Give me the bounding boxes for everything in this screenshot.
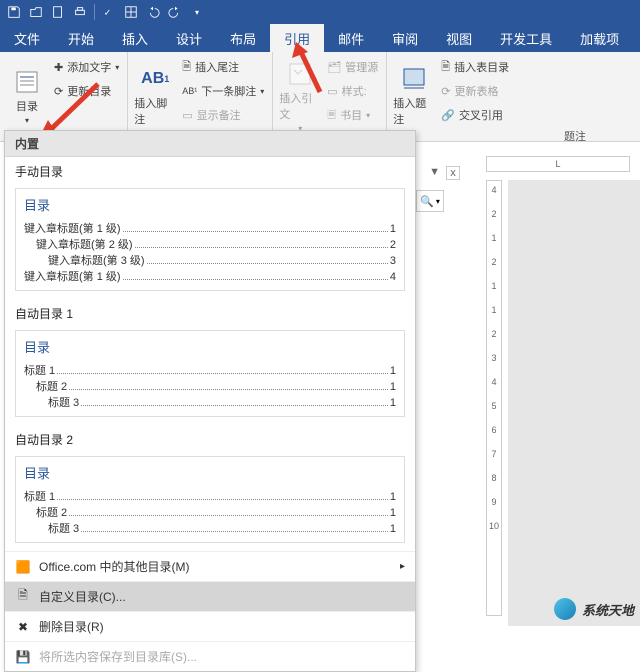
update-tof-icon: ⟳ — [441, 85, 450, 98]
manual-toc-preview[interactable]: 目录 键入章标题(第 1 级)1 键入章标题(第 2 级)2 键入章标题(第 3… — [15, 188, 405, 291]
chevron-down-icon: ▾ — [436, 197, 440, 206]
gallery-header: 内置 — [5, 131, 415, 157]
tab-view[interactable]: 视图 — [432, 24, 486, 52]
tab-devtools[interactable]: 开发工具 — [486, 24, 566, 52]
tab-insert[interactable]: 插入 — [108, 24, 162, 52]
style-dropdown[interactable]: ▭样式: — [325, 80, 380, 102]
auto-toc2-title: 自动目录 2 — [5, 425, 415, 454]
tof-icon: 🗎 — [441, 58, 450, 77]
insert-caption-button[interactable]: 插入题注 — [393, 56, 435, 136]
chevron-right-icon: ▸ — [400, 561, 405, 572]
ribbon: 目录 ▾ ✚添加文字▾ ⟳更新目录 AB1 插入脚注 🗎插入尾注 AB¹下一条脚… — [0, 52, 640, 142]
watermark: 系统天地 — [554, 598, 634, 620]
notes-icon: ▭ — [182, 109, 192, 122]
insert-citation-button[interactable]: 插入引文 ▾ — [279, 56, 321, 136]
tab-addins[interactable]: 加载项 — [566, 24, 633, 52]
tab-design[interactable]: 设计 — [162, 24, 216, 52]
show-notes-button[interactable]: ▭显示备注 — [180, 104, 266, 126]
group-footnotes: AB1 插入脚注 🗎插入尾注 AB¹下一条脚注▾ ▭显示备注 — [128, 52, 273, 141]
globe-icon — [554, 598, 576, 620]
manage-sources-button[interactable]: 🗂管理源 — [325, 56, 380, 78]
citation-icon — [286, 60, 314, 88]
group-caption-label: 题注 — [564, 128, 586, 144]
update-toc-button[interactable]: ⟳更新目录 — [52, 80, 121, 102]
remove-toc[interactable]: ✖ 删除目录(R) — [5, 611, 415, 641]
pane-dropdown-icon[interactable]: ▼ — [429, 166, 440, 180]
biblio-icon: 🗏 — [327, 106, 336, 125]
add-text-icon: ✚ — [54, 61, 63, 74]
update-tof-button[interactable]: ⟳更新表格 — [439, 80, 511, 102]
manual-toc-title: 手动目录 — [5, 157, 415, 186]
save-icon[interactable] — [4, 2, 24, 22]
tab-file[interactable]: 文件 — [0, 24, 54, 52]
auto-toc2-preview[interactable]: 目录 标题 11 标题 21 标题 31 — [15, 456, 405, 543]
tab-layout[interactable]: 布局 — [216, 24, 270, 52]
bibliography-button[interactable]: 🗏书目▾ — [325, 104, 380, 126]
spelling-icon[interactable]: ✓ — [99, 2, 119, 22]
group-captions: 插入题注 🗎插入表目录 ⟳更新表格 🔗交叉引用 — [387, 52, 517, 141]
search-box[interactable]: 🔍 ▾ — [416, 190, 444, 212]
toc-label: 目录 — [16, 98, 38, 114]
separator — [94, 4, 95, 20]
document-area[interactable] — [508, 180, 640, 626]
remove-toc-icon: ✖ — [15, 619, 31, 635]
custom-toc[interactable]: 🗎 自定义目录(C)... — [5, 581, 415, 611]
chevron-down-icon: ▾ — [25, 116, 29, 125]
svg-text:✓: ✓ — [104, 8, 111, 18]
group-toc: 目录 ▾ ✚添加文字▾ ⟳更新目录 — [0, 52, 128, 141]
tab-references[interactable]: 引用 — [270, 24, 324, 52]
save-to-gallery: 💾 将所选内容保存到目录库(S)... — [5, 641, 415, 671]
insert-endnote-button[interactable]: 🗎插入尾注 — [180, 56, 266, 78]
quick-access-toolbar: ✓ ▾ — [0, 0, 640, 24]
undo-icon[interactable] — [143, 2, 163, 22]
tab-review[interactable]: 审阅 — [378, 24, 432, 52]
new-doc-icon[interactable] — [48, 2, 68, 22]
crossref-icon: 🔗 — [441, 109, 455, 122]
search-icon: 🔍 — [420, 195, 434, 208]
auto-toc1-preview[interactable]: 目录 标题 11 标题 21 标题 31 — [15, 330, 405, 417]
next-footnote-button[interactable]: AB¹下一条脚注▾ — [180, 80, 266, 102]
ribbon-tabs: 文件 开始 插入 设计 布局 引用 邮件 审阅 视图 开发工具 加载项 — [0, 24, 640, 52]
tab-home[interactable]: 开始 — [54, 24, 108, 52]
print-icon[interactable] — [70, 2, 90, 22]
qat-more-icon[interactable]: ▾ — [187, 2, 207, 22]
add-text-button[interactable]: ✚添加文字▾ — [52, 56, 121, 78]
horizontal-ruler[interactable]: L — [486, 156, 630, 172]
cross-ref-button[interactable]: 🔗交叉引用 — [439, 104, 511, 126]
pane-controls: ▼ x — [429, 166, 460, 180]
office-more-toc[interactable]: 🟧 Office.com 中的其他目录(M) ▸ — [5, 551, 415, 581]
tab-mail[interactable]: 邮件 — [324, 24, 378, 52]
style-icon: ▭ — [327, 85, 337, 98]
footnote-icon: AB1 — [141, 65, 169, 93]
toc-icon — [13, 68, 41, 96]
vertical-ruler[interactable]: 4 2 1 2 1 1 2 3 4 5 6 7 8 9 10 — [486, 180, 502, 616]
insert-tof-button[interactable]: 🗎插入表目录 — [439, 56, 511, 78]
save-gallery-icon: 💾 — [15, 649, 31, 665]
auto-toc1-title: 自动目录 1 — [5, 299, 415, 328]
table-icon[interactable] — [121, 2, 141, 22]
toc-button[interactable]: 目录 ▾ — [6, 56, 48, 136]
office-icon: 🟧 — [15, 559, 31, 575]
insert-footnote-button[interactable]: AB1 插入脚注 — [134, 56, 176, 136]
caption-icon — [400, 65, 428, 93]
group-citations: 插入引文 ▾ 🗂管理源 ▭样式: 🗏书目▾ — [273, 52, 387, 141]
pane-close-button[interactable]: x — [446, 166, 460, 180]
redo-icon[interactable] — [165, 2, 185, 22]
update-icon: ⟳ — [54, 85, 63, 98]
manage-icon: 🗂 — [327, 61, 341, 74]
custom-toc-icon: 🗎 — [15, 589, 31, 605]
endnote-icon: 🗎 — [182, 58, 191, 77]
toc-gallery-dropdown: 内置 手动目录 目录 键入章标题(第 1 级)1 键入章标题(第 2 级)2 键… — [4, 130, 416, 672]
open-icon[interactable] — [26, 2, 46, 22]
